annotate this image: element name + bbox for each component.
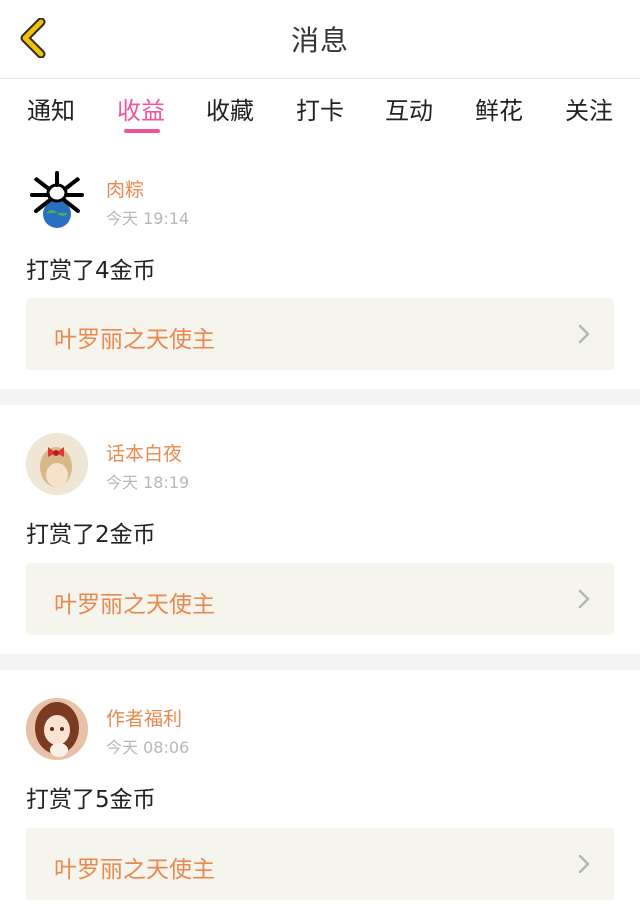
username[interactable]: 话本白夜 — [106, 439, 182, 466]
tab-bar: 通知 收益 收藏 打卡 互动 鲜花 关注 — [0, 79, 640, 141]
username[interactable]: 作者福利 — [106, 704, 182, 731]
avatar[interactable] — [26, 169, 88, 231]
message-card: 作者福利 今天 08:06 打赏了5金币 叶罗丽之天使主 — [0, 670, 640, 923]
app-root: 消息 通知 收益 收藏 打卡 互动 鲜花 关注 肉粽 今天 19:14 打赏了4… — [0, 0, 640, 923]
page-title: 消息 — [290, 24, 349, 57]
top-bar: 消息 — [0, 0, 640, 79]
message-card: 肉粽 今天 19:14 打赏了4金币 叶罗丽之天使主 — [0, 141, 640, 389]
work-link[interactable]: 叶罗丽之天使主 — [26, 298, 614, 370]
work-title: 叶罗丽之天使主 — [54, 592, 215, 618]
work-link[interactable]: 叶罗丽之天使主 — [26, 563, 614, 635]
work-link[interactable]: 叶罗丽之天使主 — [26, 828, 614, 900]
active-tab-indicator — [124, 129, 160, 133]
tab-flowers[interactable]: 鲜花 — [475, 91, 523, 126]
tab-favorites[interactable]: 收藏 — [206, 91, 254, 126]
chevron-right-icon — [576, 852, 592, 876]
reward-text: 打赏了4金币 — [26, 258, 156, 284]
work-title: 叶罗丽之天使主 — [54, 327, 215, 353]
chevron-left-icon — [19, 17, 49, 62]
timestamp: 今天 18:19 — [106, 473, 190, 492]
avatar[interactable] — [26, 698, 88, 760]
work-title: 叶罗丽之天使主 — [54, 857, 215, 883]
timestamp: 今天 19:14 — [106, 209, 190, 228]
reward-text: 打赏了5金币 — [26, 787, 156, 813]
timestamp: 今天 08:06 — [106, 738, 190, 757]
avatar[interactable] — [26, 433, 88, 495]
back-button[interactable] — [14, 17, 54, 62]
reward-text: 打赏了2金币 — [26, 522, 156, 548]
chevron-right-icon — [576, 322, 592, 346]
tab-following[interactable]: 关注 — [565, 91, 613, 126]
section-divider — [0, 654, 640, 670]
chevron-right-icon — [576, 587, 592, 611]
section-divider — [0, 389, 640, 405]
tab-checkin[interactable]: 打卡 — [296, 91, 344, 126]
tab-notifications[interactable]: 通知 — [27, 91, 75, 126]
message-card: 话本白夜 今天 18:19 打赏了2金币 叶罗丽之天使主 — [0, 405, 640, 654]
tab-interactions[interactable]: 互动 — [385, 91, 433, 126]
tab-earnings[interactable]: 收益 — [117, 91, 165, 126]
username[interactable]: 肉粽 — [106, 175, 144, 202]
